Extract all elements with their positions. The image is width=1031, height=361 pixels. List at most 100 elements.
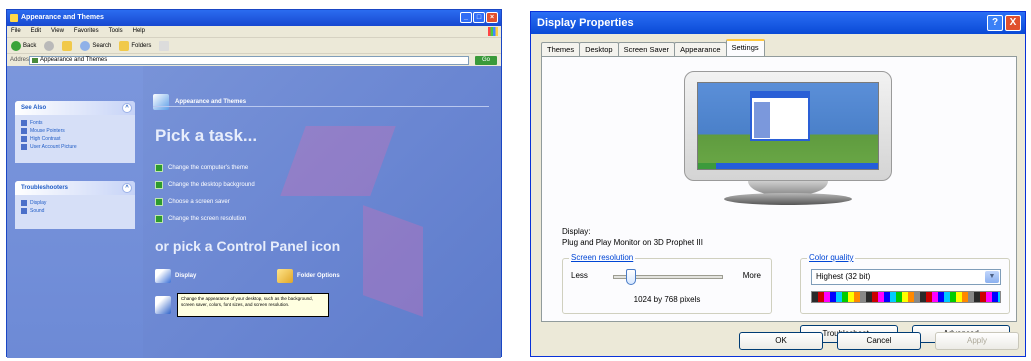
control-panel-icons: Display Folder Options — [155, 269, 485, 285]
close-button[interactable]: × — [486, 12, 498, 23]
folders-button[interactable]: Folders — [119, 40, 152, 51]
dialog-title: Display Properties — [537, 17, 634, 29]
screen-resolution-group: Screen resolution Less More 1024 by 768 … — [562, 253, 772, 314]
pick-task-heading: Pick a task... — [155, 126, 258, 145]
menu-edit[interactable]: Edit — [31, 26, 41, 37]
monitor-preview — [684, 71, 892, 209]
explorer-body: See Also ^ Fonts Mouse Pointers High Con… — [7, 66, 501, 358]
maximize-button[interactable]: □ — [473, 12, 485, 23]
see-also-item-label: Fonts — [30, 120, 43, 126]
task-label: Choose a screen saver — [168, 198, 230, 205]
taskbar-start-menu-icon[interactable] — [155, 296, 171, 314]
category-header: Appearance and Themes — [153, 94, 246, 110]
tab-appearance[interactable]: Appearance — [674, 42, 727, 56]
folders-label: Folders — [131, 42, 152, 49]
color-spectrum-bar — [811, 291, 1001, 303]
resolution-slider-thumb[interactable] — [626, 269, 636, 285]
address-bar: Address Appearance and Themes Go — [7, 53, 501, 66]
forward-arrow-icon[interactable] — [44, 40, 55, 51]
category-title: Appearance and Themes — [175, 99, 247, 105]
task-screen-saver[interactable]: Choose a screen saver — [155, 193, 255, 210]
see-also-panel: See Also ^ Fonts Mouse Pointers High Con… — [15, 101, 135, 163]
menu-favorites[interactable]: Favorites — [74, 26, 99, 37]
monitor-icon — [684, 71, 892, 181]
color-quality-title: Color quality — [807, 253, 856, 262]
background-decoration — [363, 205, 423, 317]
appearance-themes-icon — [153, 94, 169, 110]
back-button[interactable]: Back — [11, 40, 37, 51]
color-quality-select[interactable]: Highest (32 bit) ▼ — [811, 269, 1001, 285]
task-label: Change the desktop background — [168, 181, 255, 188]
preview-window — [750, 91, 810, 141]
user-picture-icon — [21, 144, 27, 150]
monitor-base — [724, 193, 852, 205]
go-button[interactable]: Go — [475, 56, 497, 65]
see-also-item-label: Mouse Pointers — [30, 128, 65, 134]
display-tooltip: Change the appearance of your desktop, s… — [177, 293, 329, 317]
resolution-value: 1024 by 768 pixels — [633, 295, 701, 304]
troubleshooter-label: Sound — [30, 208, 45, 214]
window-title: Appearance and Themes — [21, 14, 104, 21]
task-screen-resolution[interactable]: Change the screen resolution — [155, 210, 255, 227]
dialog-title-bar[interactable]: Display Properties ? X — [531, 12, 1025, 34]
tab-screen-saver[interactable]: Screen Saver — [617, 42, 676, 56]
task-arrow-icon — [155, 180, 163, 189]
up-folder-icon[interactable] — [62, 40, 73, 51]
see-also-item-label: User Account Picture — [30, 144, 77, 150]
color-quality-group: Color quality Highest (32 bit) ▼ — [800, 253, 1010, 314]
menu-file[interactable]: File — [11, 26, 21, 37]
tab-settings[interactable]: Settings — [725, 39, 765, 56]
chevron-up-icon[interactable]: ^ — [122, 183, 132, 193]
troubleshooter-sound[interactable]: Sound — [21, 207, 129, 215]
monitor-screen-preview — [697, 82, 879, 170]
address-input[interactable]: Appearance and Themes — [29, 56, 469, 65]
see-also-header[interactable]: See Also ^ — [15, 101, 135, 115]
display-icon — [155, 269, 171, 283]
color-quality-value: Highest (32 bit) — [816, 272, 871, 281]
cancel-button[interactable]: Cancel — [837, 332, 921, 350]
chevron-up-icon[interactable]: ^ — [122, 103, 132, 113]
tab-desktop[interactable]: Desktop — [579, 42, 619, 56]
folder-options-label: Folder Options — [297, 273, 340, 279]
menu-view[interactable]: View — [51, 26, 64, 37]
menu-help[interactable]: Help — [133, 26, 145, 37]
see-also-item-label: High Contrast — [30, 136, 61, 142]
troubleshooters-header[interactable]: Troubleshooters ^ — [15, 181, 135, 195]
back-label: Back — [23, 42, 37, 49]
see-also-item-mouse-pointers[interactable]: Mouse Pointers — [21, 127, 129, 135]
task-label: Change the computer's theme — [168, 164, 249, 171]
help-button[interactable]: ? — [987, 15, 1003, 31]
task-arrow-icon — [155, 214, 163, 223]
menu-tools[interactable]: Tools — [109, 26, 123, 37]
task-label: Change the screen resolution — [168, 215, 247, 222]
resolution-slider[interactable] — [613, 269, 723, 285]
contrast-icon — [21, 136, 27, 142]
troubleshooters-title: Troubleshooters — [21, 185, 69, 191]
task-change-background[interactable]: Change the desktop background — [155, 176, 255, 193]
folder-options-link[interactable]: Folder Options — [277, 269, 340, 283]
chevron-down-icon[interactable]: ▼ — [985, 271, 999, 283]
ok-button[interactable]: OK — [739, 332, 823, 350]
display-label: Display: — [562, 227, 591, 236]
see-also-item-fonts[interactable]: Fonts — [21, 119, 129, 127]
see-also-item-user-picture[interactable]: User Account Picture — [21, 143, 129, 151]
tab-themes[interactable]: Themes — [541, 42, 581, 56]
close-button[interactable]: X — [1005, 15, 1021, 31]
display-icon-link[interactable]: Display — [155, 269, 196, 283]
troubleshooter-label: Display — [30, 200, 47, 206]
header-divider — [153, 106, 489, 107]
see-also-item-high-contrast[interactable]: High Contrast — [21, 135, 129, 143]
more-label: More — [742, 271, 761, 280]
windows-logo-icon — [488, 27, 498, 36]
task-change-theme[interactable]: Change the computer's theme — [155, 159, 255, 176]
apply-button[interactable]: Apply — [935, 332, 1019, 350]
minimize-button[interactable]: _ — [460, 12, 472, 23]
search-button[interactable]: Search — [80, 40, 111, 51]
troubleshooter-display[interactable]: Display — [21, 199, 129, 207]
window-title-bar[interactable]: Appearance and Themes _ □ × — [7, 10, 501, 26]
settings-tab-panel: Display: Plug and Play Monitor on 3D Pro… — [541, 56, 1017, 343]
troubleshooters-panel: Troubleshooters ^ Display Sound — [15, 181, 135, 229]
display-icon-label: Display — [175, 273, 197, 279]
views-icon[interactable] — [159, 40, 170, 51]
appearance-themes-window: Appearance and Themes _ □ × File Edit Vi… — [6, 9, 502, 358]
